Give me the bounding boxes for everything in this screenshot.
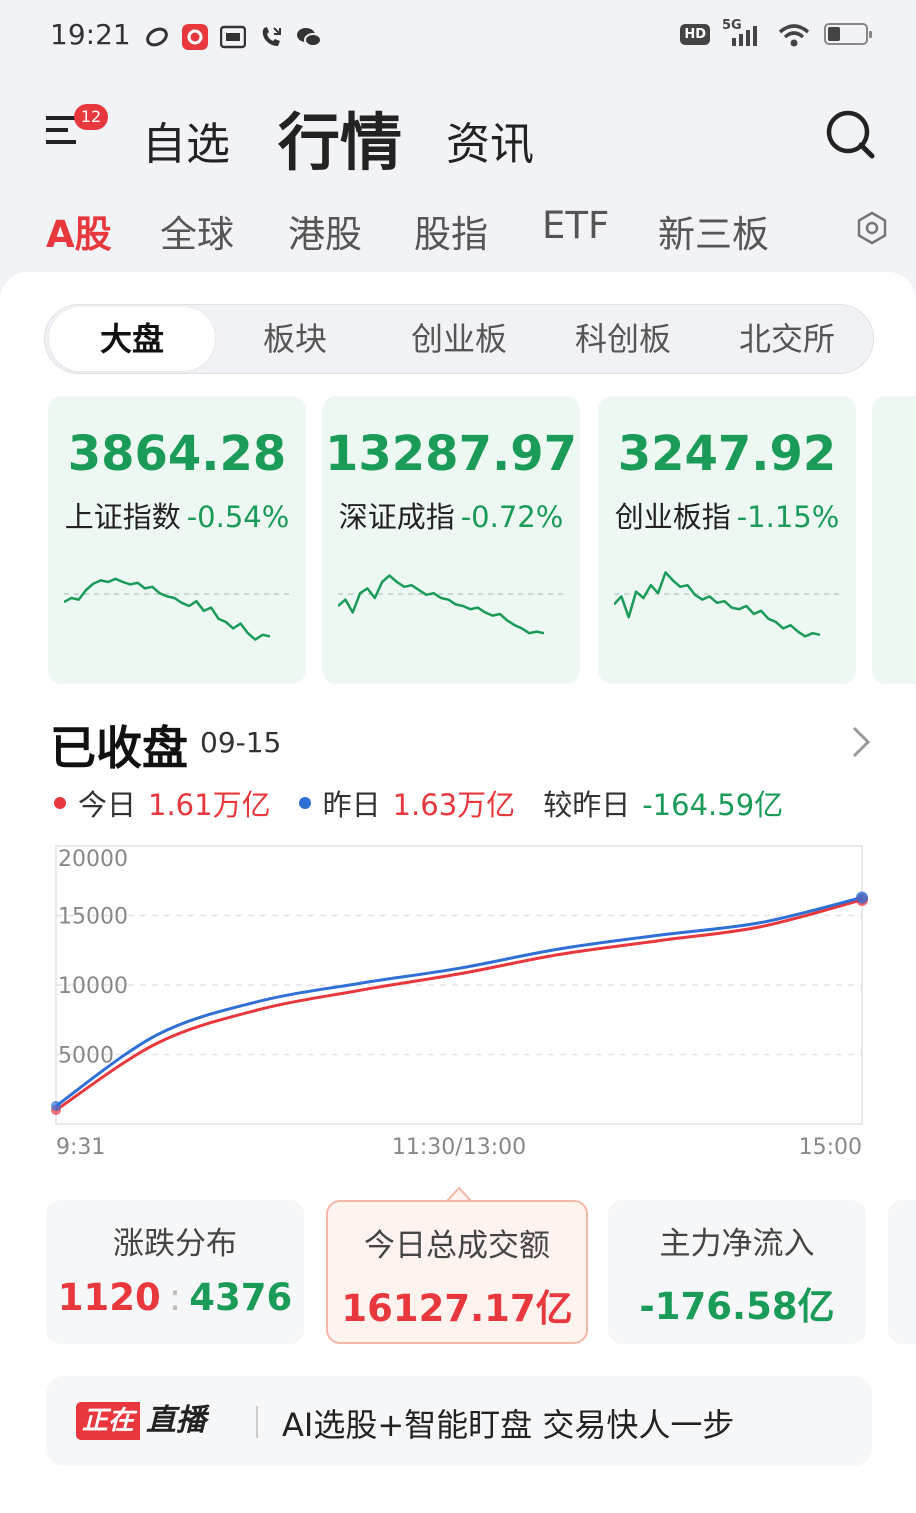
toutiao-app-icon [220,25,246,49]
wechat-icon [297,28,322,47]
stat-label: 主力净流入 [659,1226,815,1262]
session-date: 09-15 [200,726,282,759]
missed-call-icon [262,27,281,46]
session-status: 已收盘 [50,721,188,775]
loop-app-icon [146,27,168,47]
notification-badge: 12 [74,104,108,130]
turnover-value: 16127.17亿 [341,1287,573,1330]
signal-icon: 5G [722,18,764,48]
index-change: -0.54% [186,500,290,534]
index-card-shanghai[interactable]: 3864.28 上证指数 -0.54% [48,396,306,684]
decliners-count: 4376 [189,1276,293,1319]
legend-yesterday-label: 昨日 [322,788,381,822]
sparkline-chart [64,577,290,641]
ratio-separator: : [168,1276,182,1319]
settings-icon[interactable] [854,210,890,246]
top-nav: 12 自选 行情 资讯 [0,80,916,190]
index-card-shenzhen[interactable]: 13287.97 深证成指 -0.72% [322,396,580,684]
index-change: -1.15% [736,500,840,534]
index-change: -0.72% [460,500,564,534]
y-tick-label: 20000 [58,847,128,872]
segment-chinext[interactable]: 创业板 [377,305,541,373]
search-icon[interactable] [824,108,876,160]
live-badge-stream: 直播 [146,1403,207,1438]
index-name: 深证成指 [338,500,455,534]
index-name: 上证指数 [64,500,181,534]
legend-compare-value: -164.59亿 [642,788,784,822]
market-tab-hk[interactable]: 港股 [288,204,362,258]
x-tick-label: 11:30/13:00 [392,1135,526,1160]
live-badge: 正在 直播 [76,1402,206,1440]
stat-label: 涨跌分布 [113,1226,237,1262]
today-dot [54,797,66,809]
sparkline-path [614,571,821,638]
live-badge-now: 正在 [76,1402,141,1440]
index-name: 创业板指 [614,500,731,534]
status-right: HD 5G [680,18,872,48]
segment-bse[interactable]: 北交所 [705,305,869,373]
market-tabs: A股 全球 港股 股指 ETF 新三板 [0,198,916,262]
advancers-count: 1120 [57,1276,161,1319]
x-tick-label: 9:31 [56,1135,105,1160]
segment-control: 大盘 板块 创业板 科创板 北交所 [44,304,874,374]
divider [256,1406,258,1438]
yesterday-dot [298,797,311,809]
stat-card-main-inflow[interactable]: 主力净流入 -176.58亿 [608,1200,866,1344]
stat-card-advance-decline[interactable]: 涨跌分布 1120:4376 [46,1200,304,1344]
legend-compare-label: 较昨日 [543,788,631,822]
stat-card-partial[interactable] [888,1200,916,1344]
segment-dapan[interactable]: 大盘 [49,307,215,371]
sparkline-chart [614,571,840,638]
live-text: AI选股+智能盯盘 交易快人一步 [282,1406,735,1444]
yesterday-start-point [51,1100,61,1111]
y-tick-label: 10000 [58,974,128,999]
stat-label: 今日总成交额 [364,1228,550,1264]
stat-card-turnover[interactable]: 今日总成交额 16127.17亿 [326,1200,588,1344]
x-tick-label: 15:00 [799,1135,862,1160]
inflow-value: -176.58亿 [639,1285,835,1328]
market-tab-global[interactable]: 全球 [160,204,234,258]
status-bar: 19:21 HD 5G [0,0,916,72]
market-tab-etf[interactable]: ETF [542,204,609,247]
sparkline-chart [338,574,564,635]
sparkline-path [64,577,271,641]
market-tab-neeq[interactable]: 新三板 [658,204,769,258]
status-time: 19:21 [50,18,131,51]
y-tick-label: 15000 [58,905,128,930]
tab-market[interactable]: 行情 [278,92,402,182]
hd-badge: HD [680,23,710,45]
live-banner[interactable]: 正在 直播 AI选股+智能盯盘 交易快人一步 [46,1376,872,1466]
today-series-line [55,898,863,1112]
segment-sector[interactable]: 板块 [213,305,377,373]
index-card-partial[interactable] [872,396,916,684]
index-card-chinext[interactable]: 3247.92 创业板指 -1.15% [598,396,856,684]
legend-today-label: 今日 [78,788,137,822]
tab-watchlist[interactable]: 自选 [142,108,230,172]
sparkline-path [338,574,545,635]
market-tab-a-share[interactable]: A股 [46,204,112,258]
y-tick-label: 5000 [58,1044,114,1069]
index-value: 13287.97 [324,426,578,482]
tab-news[interactable]: 资讯 [446,108,534,172]
turnover-legend: 今日 1.61万亿 昨日 1.63万亿 较昨日 -164.59亿 [54,782,783,822]
segment-star[interactable]: 科创板 [541,305,705,373]
index-value: 3864.28 [67,426,287,482]
turnover-chart[interactable]: 20000 15000 10000 5000 9:31 11:30/13:00 15:00 [50,842,870,1162]
battery-icon [824,23,872,45]
market-tab-index[interactable]: 股指 [414,204,488,258]
legend-yesterday-value: 1.63万亿 [392,788,516,822]
chevron-right-icon[interactable] [850,724,872,760]
legend-today-value: 1.61万亿 [148,788,271,822]
market-overview-card: 大盘 板块 创业板 科创板 北交所 3864.28 上证指数 -0.54% 132… [0,272,916,1513]
wifi-icon [778,24,810,47]
yesterday-end-point [856,891,868,904]
index-value: 3247.92 [617,426,837,482]
app-red-icon [182,24,208,50]
